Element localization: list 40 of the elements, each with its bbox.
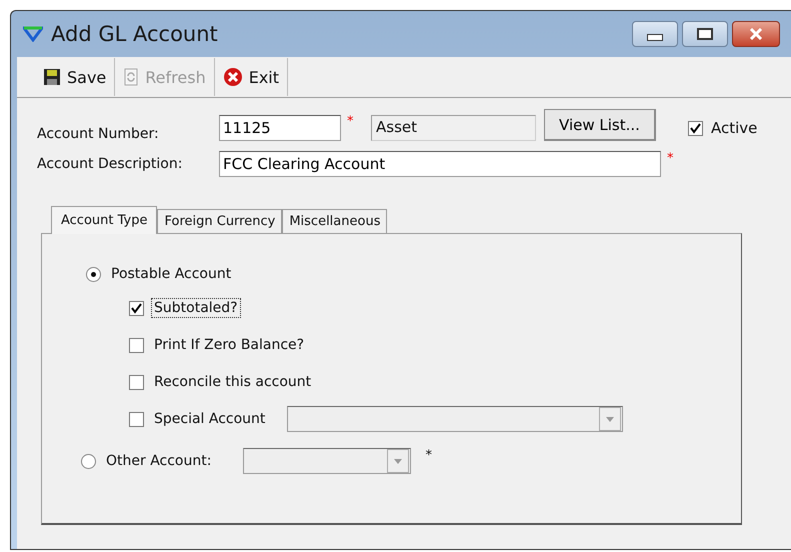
- option-label: Special Account: [153, 410, 266, 429]
- option-label: Print If Zero Balance?: [153, 336, 306, 355]
- maximize-button[interactable]: [682, 21, 728, 47]
- option-checkbox[interactable]: [129, 300, 144, 316]
- other-account-dropdown[interactable]: [243, 448, 412, 474]
- account-number-field[interactable]: 11125: [219, 115, 341, 141]
- option-label: Subtotaled?: [151, 298, 241, 318]
- minimize-button[interactable]: [632, 21, 678, 47]
- account-description-label: Account Description:: [36, 156, 184, 172]
- option-checkbox[interactable]: [129, 412, 144, 426]
- active-checkbox[interactable]: [688, 120, 703, 136]
- option-label: Reconcile this account: [153, 373, 312, 392]
- required-mark: *: [425, 448, 432, 463]
- app-logo-icon: [23, 26, 43, 42]
- required-mark: *: [667, 151, 674, 166]
- view-list-button[interactable]: View List...: [544, 109, 656, 141]
- refresh-icon: [123, 68, 140, 86]
- active-label: Active: [711, 119, 758, 137]
- save-button[interactable]: Save: [35, 58, 116, 96]
- other-account-label: Other Account:: [106, 453, 212, 469]
- other-account-radio[interactable]: [81, 454, 96, 468]
- tab[interactable]: Account Type: [51, 206, 158, 234]
- account-description-field[interactable]: FCC Clearing Account: [219, 151, 661, 177]
- close-icon: [749, 28, 763, 40]
- tab[interactable]: Miscellaneous: [282, 209, 388, 233]
- dropdown-arrow-icon: [606, 416, 614, 422]
- option-checkbox[interactable]: [129, 374, 144, 390]
- special-account-dropdown[interactable]: [287, 406, 624, 432]
- account-type-field: Asset: [371, 115, 536, 141]
- postable-account-radio[interactable]: [86, 266, 101, 282]
- tab[interactable]: Foreign Currency: [157, 209, 282, 233]
- exit-button[interactable]: Exit: [214, 58, 288, 96]
- required-mark: *: [347, 114, 354, 129]
- dropdown-arrow-icon: [394, 458, 402, 464]
- exit-icon: [222, 67, 243, 87]
- option-checkbox[interactable]: [129, 338, 144, 352]
- postable-account-label: Postable Account: [111, 266, 232, 282]
- close-button[interactable]: [732, 21, 780, 47]
- account-number-label: Account Number:: [36, 126, 160, 142]
- window-title: Add GL Account: [51, 22, 218, 46]
